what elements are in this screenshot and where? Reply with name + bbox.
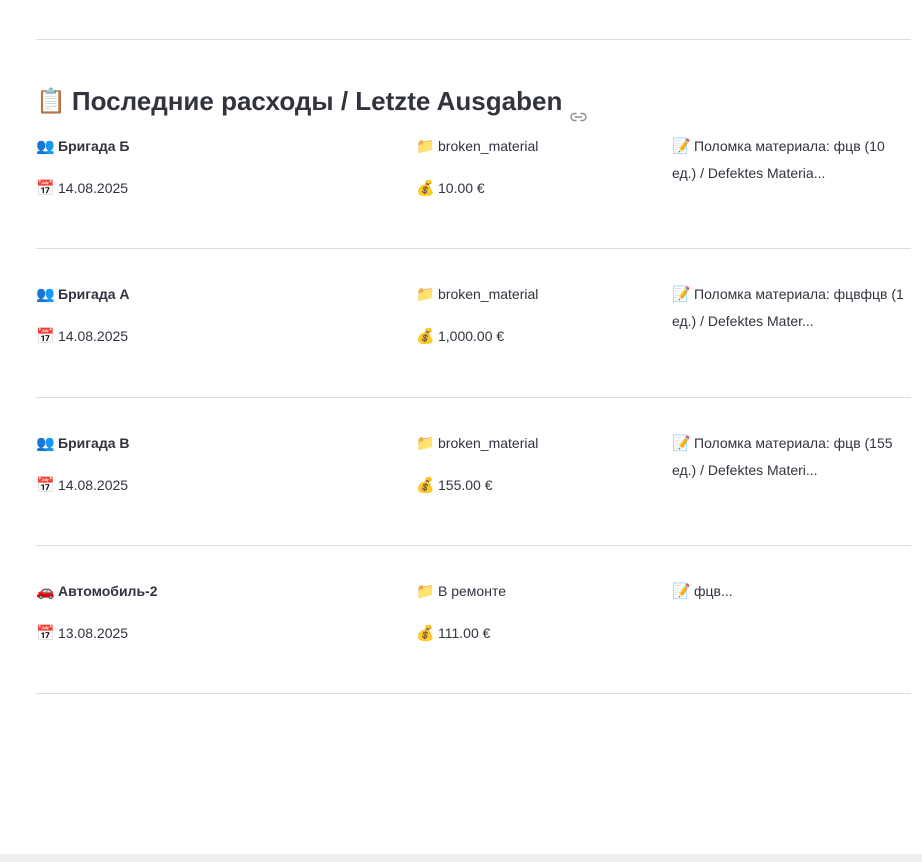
row-divider xyxy=(36,545,911,546)
expenses-page: 📋 Последние расходы / Letzte Ausgaben 👥 Б… xyxy=(0,0,922,862)
folder-icon: 📁 xyxy=(416,583,435,600)
expense-date-value: 14.08.2025 xyxy=(58,180,129,196)
expense-amount-value: 155.00 € xyxy=(438,477,493,493)
expense-who-label: Автомобиль-2 xyxy=(58,583,158,599)
expense-description-value: Поломка материала: фцвфцв (1 ед.) / Defe… xyxy=(672,286,904,329)
row-divider xyxy=(36,248,911,249)
calendar-icon: 📅 xyxy=(36,180,55,197)
expense-who: 👥 Бригада Б xyxy=(36,133,406,160)
memo-icon: 📝 xyxy=(672,286,691,303)
expense-row: 👥 Бригада Б 📅 14.08.2025 📁 broken_material … xyxy=(36,138,911,251)
expense-who: 👥 Бригада А xyxy=(36,281,406,308)
row-divider xyxy=(36,397,911,398)
expense-amount: 💰 111.00 € xyxy=(416,620,666,647)
expense-who: 🚗 Автомобиль-2 xyxy=(36,578,406,605)
section-title: Последние расходы / Letzte Ausgaben xyxy=(71,85,563,116)
expense-category-value: broken_material xyxy=(438,435,539,451)
expense-amount: 💰 10.00 € xyxy=(416,175,666,202)
expense-description: 📝 Поломка материала: фцв (10 ед.) / Defek… xyxy=(672,133,911,186)
expense-category: 📁 broken_material xyxy=(416,281,666,308)
calendar-icon: 📅 xyxy=(36,477,55,494)
car-icon: 🚗 xyxy=(36,583,55,600)
expense-amount-value: 1,000.00 € xyxy=(438,328,505,344)
expense-who-label: Бригада А xyxy=(58,286,130,302)
expense-category: 📁 broken_material xyxy=(416,430,666,457)
expense-amount-value: 111.00 € xyxy=(438,625,491,641)
expense-row: 🚗 Автомобиль-2 📅 13.08.2025 📁 В ремонте 💰 11… xyxy=(36,583,911,696)
expense-who: 👥 Бригада В xyxy=(36,430,406,457)
expense-category: 📁 broken_material xyxy=(416,133,666,160)
expense-row: 👥 Бригада В 📅 14.08.2025 📁 broken_material … xyxy=(36,435,911,548)
expense-date-value: 14.08.2025 xyxy=(58,328,129,344)
expense-row: 👥 Бригада А 📅 14.08.2025 📁 broken_material … xyxy=(36,286,911,399)
clipboard-icon: 📋 xyxy=(36,87,66,115)
expense-category-value: broken_material xyxy=(438,286,539,302)
row-divider xyxy=(36,693,911,694)
expense-description-value: Поломка материала: фцв (155 ед.) / Defek… xyxy=(672,435,893,478)
expense-date: 📅 13.08.2025 xyxy=(36,620,406,647)
team-icon: 👥 xyxy=(36,286,55,303)
expense-date: 📅 14.08.2025 xyxy=(36,472,406,499)
calendar-icon: 📅 xyxy=(36,625,55,642)
expense-date-value: 13.08.2025 xyxy=(58,625,129,641)
expense-description-value: фцв... xyxy=(694,583,733,599)
money-bag-icon: 💰 xyxy=(416,625,435,642)
money-bag-icon: 💰 xyxy=(416,477,435,494)
money-bag-icon: 💰 xyxy=(416,180,435,197)
expense-who-label: Бригада Б xyxy=(58,138,130,154)
expense-description: 📝 фцв... xyxy=(672,578,911,605)
expense-date: 📅 14.08.2025 xyxy=(36,175,406,202)
expense-date: 📅 14.08.2025 xyxy=(36,323,406,350)
expense-date-value: 14.08.2025 xyxy=(58,477,129,493)
top-divider xyxy=(36,39,911,40)
expense-description: 📝 Поломка материала: фцвфцв (1 ед.) / Def… xyxy=(672,281,911,334)
expense-who-label: Бригада В xyxy=(58,435,130,451)
folder-icon: 📁 xyxy=(416,435,435,452)
expense-description: 📝 Поломка материала: фцв (155 ед.) / Defe… xyxy=(672,430,911,483)
bottom-bar xyxy=(0,854,922,862)
expense-amount: 💰 155.00 € xyxy=(416,472,666,499)
calendar-icon: 📅 xyxy=(36,328,55,345)
memo-icon: 📝 xyxy=(672,583,691,600)
team-icon: 👥 xyxy=(36,138,55,155)
expense-amount-value: 10.00 € xyxy=(438,180,485,196)
expense-amount: 💰 1,000.00 € xyxy=(416,323,666,350)
memo-icon: 📝 xyxy=(672,435,691,452)
money-bag-icon: 💰 xyxy=(416,328,435,345)
expense-category-value: broken_material xyxy=(438,138,539,154)
folder-icon: 📁 xyxy=(416,138,435,155)
expense-category: 📁 В ремонте xyxy=(416,578,666,605)
folder-icon: 📁 xyxy=(416,286,435,303)
expense-category-value: В ремонте xyxy=(438,583,506,599)
link-icon[interactable] xyxy=(570,98,588,122)
team-icon: 👥 xyxy=(36,435,55,452)
section-header: 📋 Последние расходы / Letzte Ausgaben xyxy=(36,84,588,122)
expense-description-value: Поломка материала: фцв (10 ед.) / Defekt… xyxy=(672,138,885,181)
memo-icon: 📝 xyxy=(672,138,691,155)
